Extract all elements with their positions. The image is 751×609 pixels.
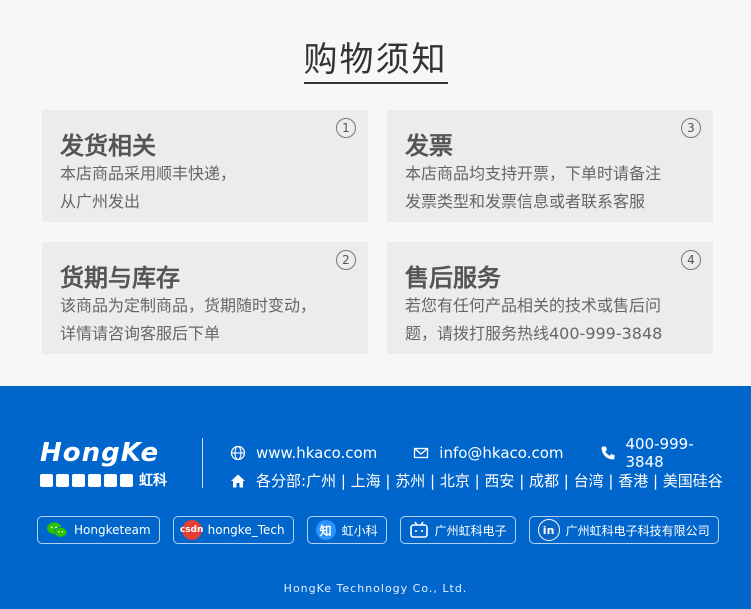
card-invoice: 发票 3 本店商品均支持开票，下单时请备注 发票类型和发票信息或者联系客服	[387, 110, 713, 222]
social-label: 广州虹科电子科技有限公司	[565, 523, 710, 538]
home-icon	[230, 473, 246, 489]
card-after-sales: 售后服务 4 若您有任何产品相关的技术或售后问 题，请拨打服务热线400-999-…	[387, 242, 713, 354]
branches-label: 各分部:	[256, 472, 307, 490]
logo-squares-icon	[40, 473, 133, 487]
card-lead-time: 货期与库存 2 该商品为定制商品，货期随时变动， 详情请咨询客服后下单	[42, 242, 368, 354]
logo-cn: 虹科	[139, 473, 167, 489]
card-title: 发货相关	[60, 132, 156, 160]
zhihu-icon: 知	[315, 520, 336, 540]
divider	[202, 438, 203, 488]
csdn-icon: csdn	[180, 520, 203, 540]
card-number: 2	[336, 250, 356, 270]
card-number: 4	[681, 250, 701, 270]
shopping-notice-section: 购物须知 发货相关 1 本店商品采用顺丰快递， 从广州发出 发票 3 本店商品均支…	[0, 0, 751, 386]
bilibili-icon	[409, 521, 429, 539]
social-zhihu[interactable]: 知 虹小科	[306, 516, 387, 544]
copyright: HongKe Technology Co., Ltd.	[283, 582, 468, 595]
card-title: 售后服务	[405, 264, 501, 292]
phone-number[interactable]: 400-999-3848	[626, 435, 720, 471]
card-number: 1	[336, 118, 356, 138]
card-text: 该商品为定制商品，货期随时变动， 详情请咨询客服后下单	[60, 296, 317, 343]
card-title: 货期与库存	[60, 264, 180, 292]
card-text: 本店商品采用顺丰快递， 从广州发出	[60, 164, 237, 211]
social-bilibili[interactable]: 广州虹科电子	[399, 516, 516, 544]
social-label: hongke_Tech	[207, 523, 285, 537]
card-text: 若您有任何产品相关的技术或售后问 题，请拨打服务热线400-999-3848	[405, 296, 663, 343]
social-wechat[interactable]: Hongketeam	[37, 516, 160, 544]
hongke-logo[interactable]: HongKe 虹科	[40, 438, 167, 490]
card-text: 本店商品均支持开票，下单时请备注 发票类型和发票信息或者联系客服	[405, 164, 662, 211]
wechat-icon	[46, 521, 68, 539]
linkedin-icon: in	[537, 519, 560, 541]
branches-list: 广州 | 上海 | 苏州 | 北京 | 西安 | 成都 | 台湾 | 香港 | …	[306, 472, 723, 490]
logo-name: HongKe	[40, 438, 160, 468]
website-link[interactable]: www.hkaco.com	[256, 444, 377, 462]
phone-icon	[600, 445, 616, 461]
social-label: 广州虹科电子	[434, 523, 507, 538]
card-number: 3	[681, 118, 701, 138]
contact-row: www.hkaco.com info@hkaco.com 400-999-384…	[230, 435, 720, 471]
card-shipping: 发货相关 1 本店商品采用顺丰快递， 从广州发出	[42, 110, 368, 222]
social-links: Hongketeam csdn hongke_Tech 知 虹小科 广州虹科电子…	[37, 516, 719, 544]
social-linkedin[interactable]: in 广州虹科电子科技有限公司	[528, 516, 719, 544]
social-label: 虹小科	[341, 523, 378, 538]
globe-icon	[230, 445, 246, 461]
social-csdn[interactable]: csdn hongke_Tech	[172, 516, 294, 544]
social-label: Hongketeam	[74, 523, 151, 537]
email-link[interactable]: info@hkaco.com	[439, 444, 563, 462]
branches-row: 各分部: 广州 | 上海 | 苏州 | 北京 | 西安 | 成都 | 台湾 | …	[230, 470, 723, 491]
mail-icon	[413, 445, 429, 461]
footer: HongKe 虹科 www.hkaco.com info@hkaco.com 4…	[0, 386, 751, 609]
card-title: 发票	[405, 132, 453, 160]
page-title: 购物须知	[0, 32, 751, 84]
